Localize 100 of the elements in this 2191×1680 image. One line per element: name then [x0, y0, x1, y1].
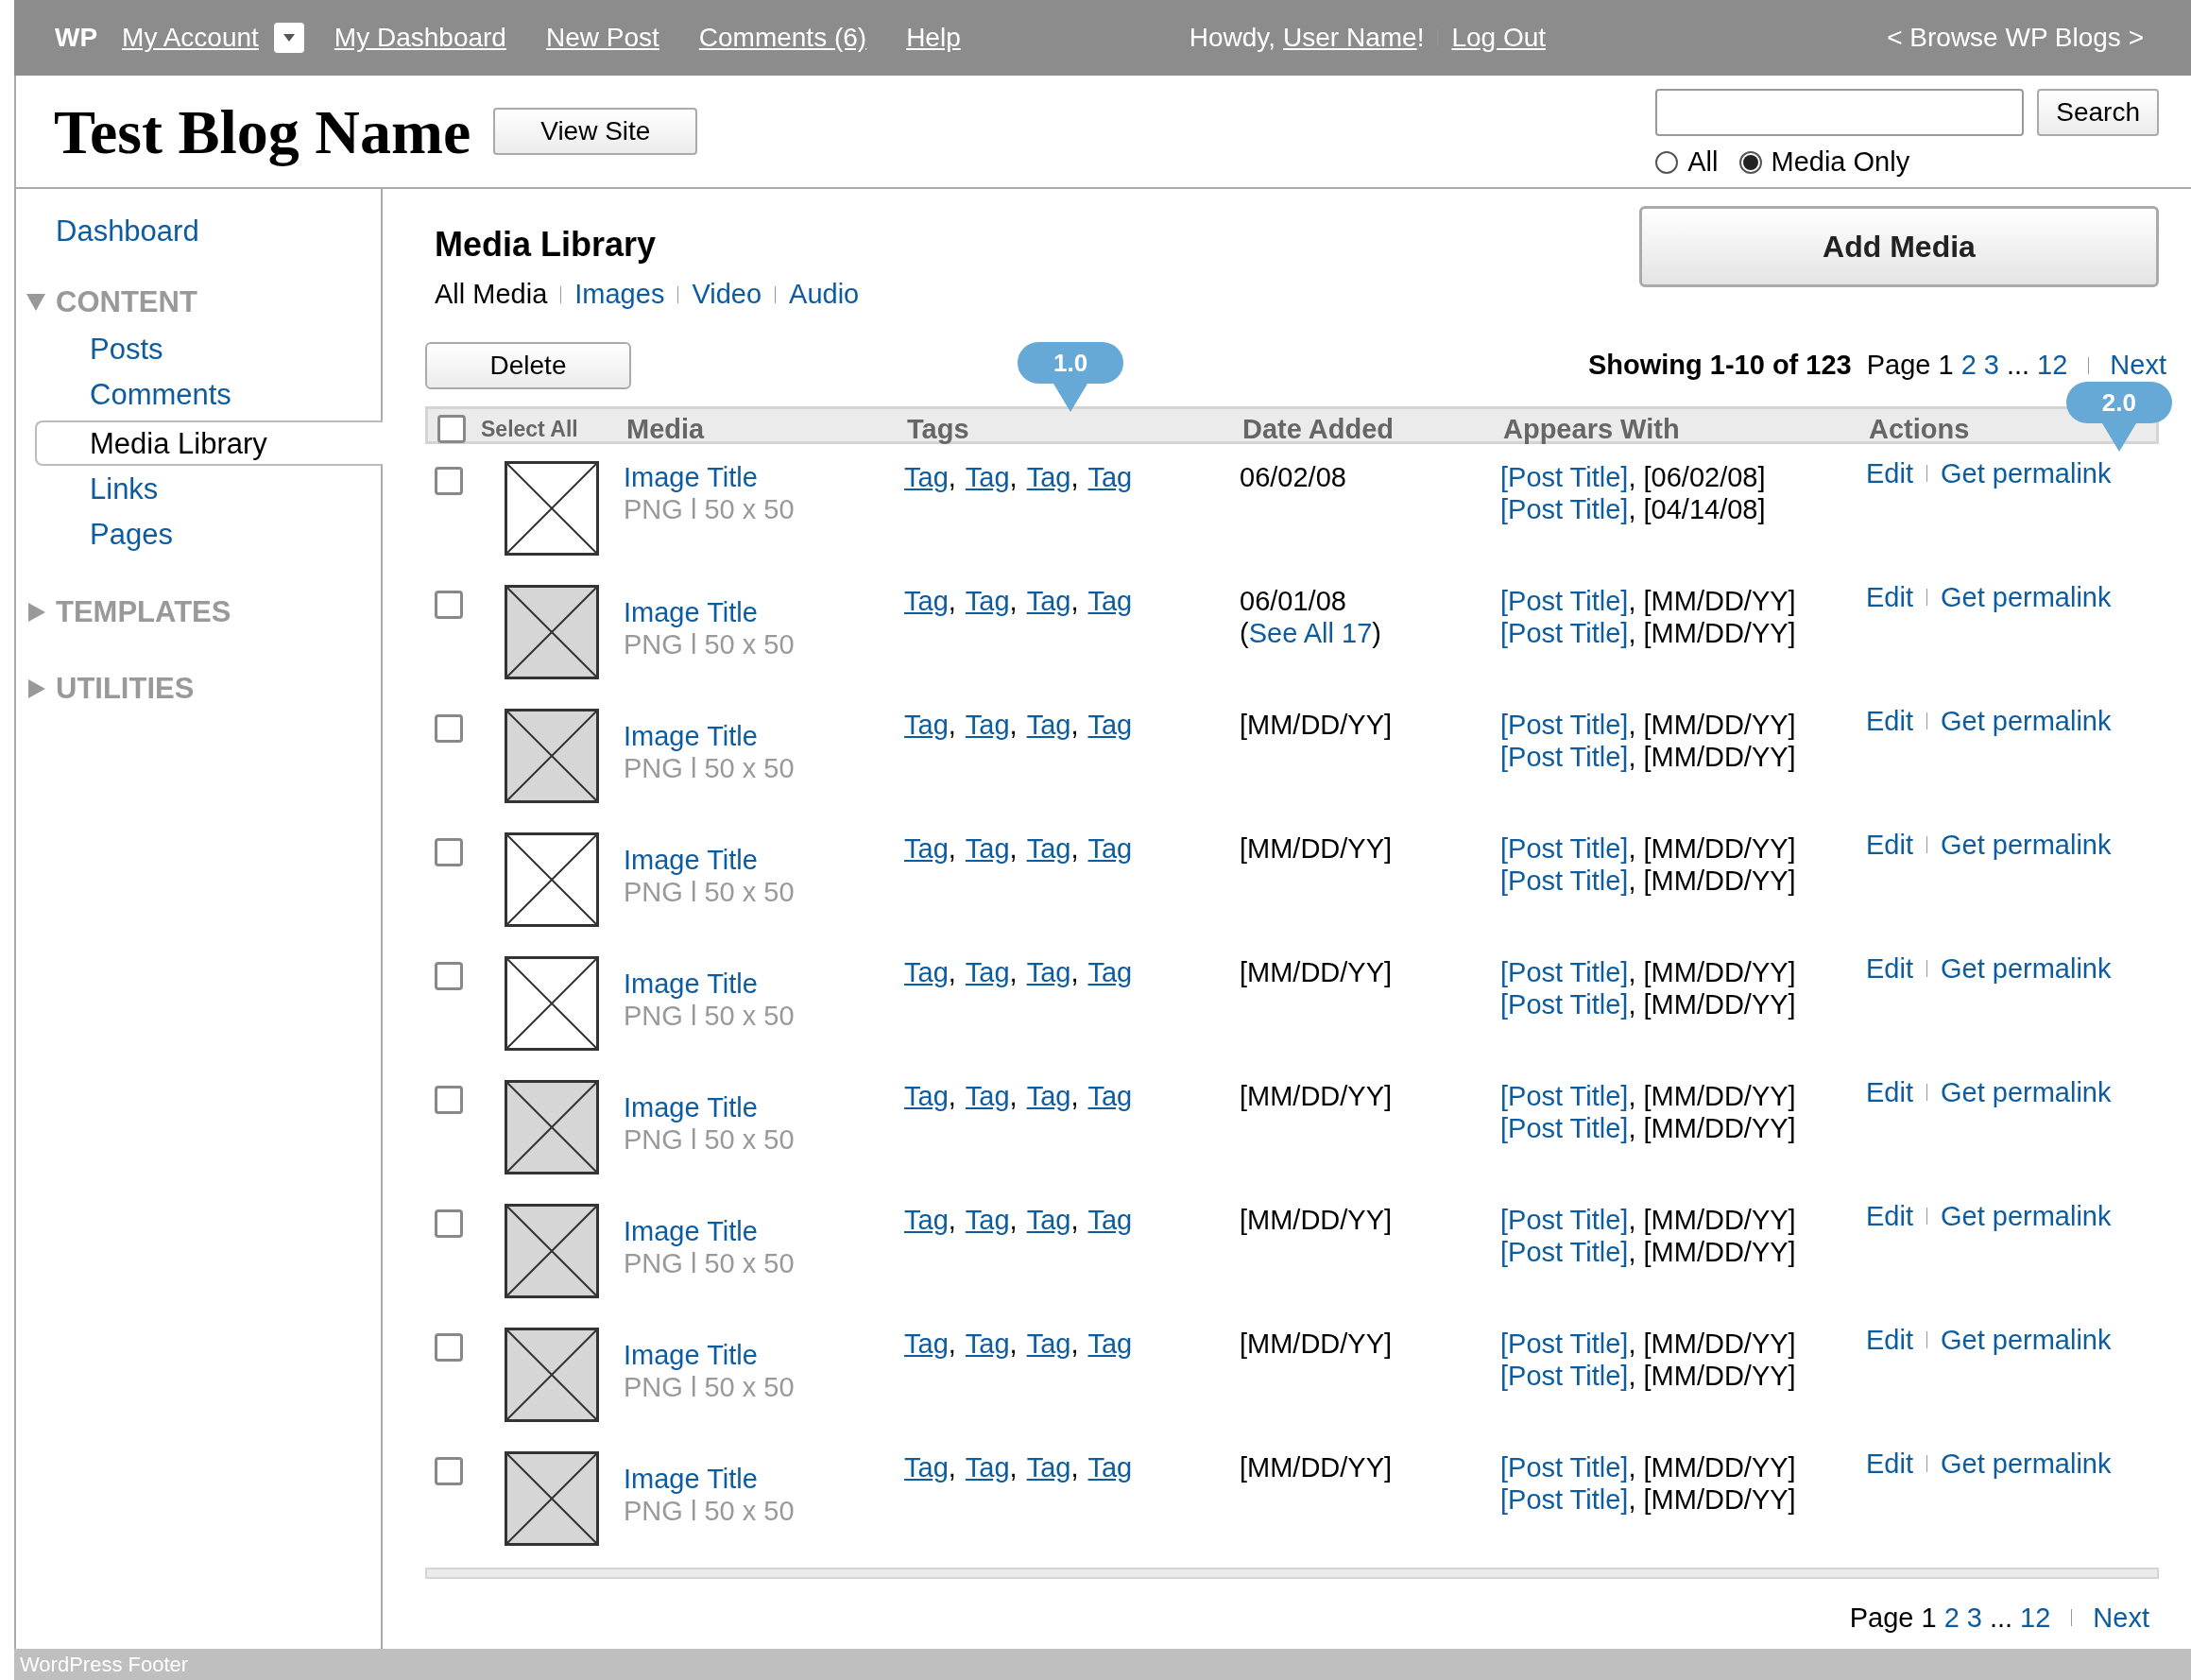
action-link[interactable]: Get permalink: [1941, 1447, 2112, 1480]
delete-button[interactable]: Delete: [425, 341, 631, 389]
sidebar-link[interactable]: Dashboard: [16, 210, 381, 254]
tag-link[interactable]: Tag: [904, 831, 949, 865]
post-title-link[interactable]: [Post Title]: [1500, 1203, 1629, 1236]
post-title-link[interactable]: [Post Title]: [1500, 831, 1629, 865]
checkbox[interactable]: [435, 1209, 463, 1238]
tag-link[interactable]: Tag: [1026, 584, 1071, 617]
action-link[interactable]: Get permalink: [1941, 1323, 2112, 1356]
filter-tab[interactable]: Images: [574, 274, 665, 316]
media-title-link[interactable]: Image Title: [624, 460, 758, 493]
tag-link[interactable]: Tag: [1087, 955, 1133, 988]
action-link[interactable]: Edit: [1866, 828, 1913, 861]
page-link[interactable]: 12: [2020, 1597, 2051, 1638]
action-link[interactable]: Edit: [1866, 1075, 1913, 1108]
tag-link[interactable]: Tag: [1026, 460, 1071, 493]
action-link[interactable]: Edit: [1866, 704, 1913, 737]
tag-link[interactable]: Tag: [1087, 831, 1133, 865]
media-title-link[interactable]: Image Title: [624, 1462, 758, 1495]
media-title-link[interactable]: Image Title: [624, 843, 758, 876]
next-link[interactable]: Next: [2093, 1597, 2149, 1638]
filter-tab[interactable]: All Media: [435, 274, 548, 316]
filter-tab[interactable]: Video: [692, 274, 762, 316]
tag-link[interactable]: Tag: [1026, 1327, 1071, 1360]
tag-link[interactable]: Tag: [904, 708, 949, 741]
tag-link[interactable]: Tag: [965, 1450, 1010, 1483]
action-link[interactable]: Get permalink: [1941, 580, 2112, 613]
post-title-link[interactable]: [Post Title]: [1500, 584, 1629, 617]
tag-link[interactable]: Tag: [1087, 1203, 1133, 1236]
post-title-link[interactable]: [Post Title]: [1500, 987, 1629, 1020]
tag-link[interactable]: Tag: [1087, 460, 1133, 493]
tag-link[interactable]: Tag: [965, 1203, 1010, 1236]
post-title-link[interactable]: [Post Title]: [1500, 1235, 1629, 1268]
tag-link[interactable]: Tag: [1087, 1327, 1133, 1360]
tag-link[interactable]: Tag: [1087, 584, 1133, 617]
checkbox[interactable]: [435, 1085, 463, 1114]
action-link[interactable]: Edit: [1866, 580, 1913, 613]
media-title-link[interactable]: Image Title: [624, 1214, 758, 1247]
tag-link[interactable]: Tag: [904, 1450, 949, 1483]
dropdown-button[interactable]: [273, 23, 304, 53]
tag-link[interactable]: Tag: [1087, 1450, 1133, 1483]
media-title-link[interactable]: Image Title: [624, 719, 758, 752]
checkbox[interactable]: [435, 961, 463, 990]
tag-link[interactable]: Tag: [965, 584, 1010, 617]
action-link[interactable]: Edit: [1866, 1323, 1913, 1356]
post-title-link[interactable]: [Post Title]: [1500, 1111, 1629, 1144]
see-all-link[interactable]: See All 17: [1248, 616, 1373, 649]
sidebar-item[interactable]: Pages: [16, 513, 381, 558]
sidebar-item[interactable]: Comments: [16, 373, 381, 419]
tag-link[interactable]: Tag: [1026, 831, 1071, 865]
post-title-link[interactable]: [Post Title]: [1500, 1450, 1629, 1483]
tag-link[interactable]: Tag: [965, 1079, 1010, 1112]
page-link[interactable]: 3: [1966, 1597, 1982, 1638]
tag-link[interactable]: Tag: [904, 1079, 949, 1112]
tag-link[interactable]: Tag: [1087, 1079, 1133, 1112]
post-title-link[interactable]: [Post Title]: [1500, 1327, 1629, 1360]
sidebar-item[interactable]: Links: [16, 468, 381, 513]
checkbox[interactable]: [435, 837, 463, 866]
sidebar-item[interactable]: Media Library: [35, 420, 383, 466]
tag-link[interactable]: Tag: [1026, 955, 1071, 988]
post-title-link[interactable]: [Post Title]: [1500, 1359, 1629, 1392]
tag-link[interactable]: Tag: [1026, 1079, 1071, 1112]
checkbox[interactable]: [435, 713, 463, 743]
action-link[interactable]: Get permalink: [1941, 951, 2112, 985]
checkbox[interactable]: [437, 415, 466, 444]
post-title-link[interactable]: [Post Title]: [1500, 460, 1629, 493]
media-title-link[interactable]: Image Title: [624, 967, 758, 1000]
search-button[interactable]: Search: [2037, 89, 2159, 137]
tag-link[interactable]: Tag: [965, 955, 1010, 988]
media-title-link[interactable]: Image Title: [624, 1090, 758, 1123]
tag-link[interactable]: Tag: [965, 831, 1010, 865]
filter-tab[interactable]: Audio: [789, 274, 860, 316]
sidebar-item[interactable]: Posts: [16, 328, 381, 373]
post-title-link[interactable]: [Post Title]: [1500, 492, 1629, 525]
action-link[interactable]: Get permalink: [1941, 704, 2112, 737]
tag-link[interactable]: Tag: [965, 460, 1010, 493]
tag-link[interactable]: Tag: [1026, 708, 1071, 741]
action-link[interactable]: Edit: [1866, 456, 1913, 489]
tag-link[interactable]: Tag: [904, 1327, 949, 1360]
media-title-link[interactable]: Image Title: [624, 1338, 758, 1371]
post-title-link[interactable]: [Post Title]: [1500, 864, 1629, 897]
action-link[interactable]: Get permalink: [1941, 828, 2112, 861]
action-link[interactable]: Get permalink: [1941, 456, 2112, 489]
page-link[interactable]: 2: [1960, 344, 1977, 386]
tag-link[interactable]: Tag: [904, 460, 949, 493]
radio-option[interactable]: Media Only: [1738, 142, 1910, 183]
checkbox[interactable]: [435, 1456, 463, 1485]
tag-link[interactable]: Tag: [1026, 1203, 1071, 1236]
tag-link[interactable]: Tag: [904, 1203, 949, 1236]
add-media-button[interactable]: Add Media: [1639, 206, 2159, 287]
action-link[interactable]: Edit: [1866, 951, 1913, 985]
action-link[interactable]: Edit: [1866, 1199, 1913, 1232]
checkbox[interactable]: [435, 590, 463, 619]
page-link[interactable]: 2: [1943, 1597, 1960, 1638]
checkbox[interactable]: [435, 466, 463, 495]
tag-link[interactable]: Tag: [965, 708, 1010, 741]
post-title-link[interactable]: [Post Title]: [1500, 616, 1629, 649]
tag-link[interactable]: Tag: [904, 584, 949, 617]
media-title-link[interactable]: Image Title: [624, 595, 758, 628]
tag-link[interactable]: Tag: [965, 1327, 1010, 1360]
